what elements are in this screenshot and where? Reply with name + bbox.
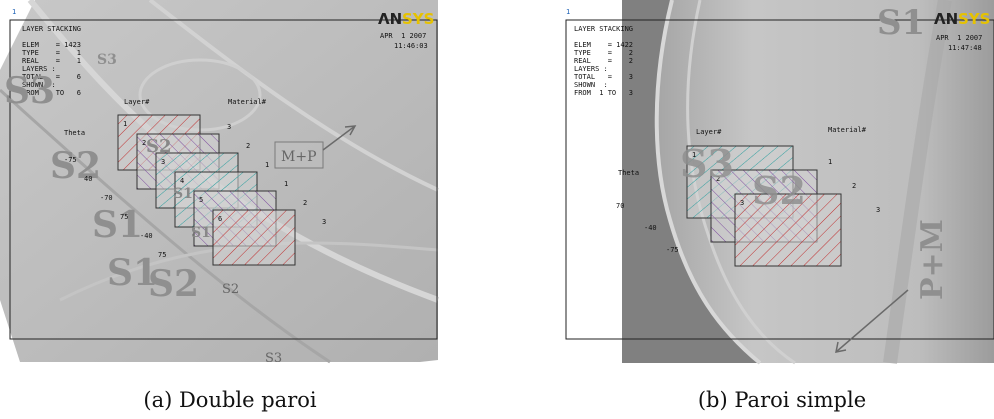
panel-a: 1 LAYER STACKING ELEM = 1423 TYPE = 1 RE… [0,0,460,412]
ansys-logo: ΛN [378,10,402,28]
layer-6: 6 [212,209,296,266]
panel-a-figure: 1 LAYER STACKING ELEM = 1423 TYPE = 1 RE… [0,0,440,366]
material-value: 3 [876,206,880,214]
header-line: TYPE = 1 [22,49,81,57]
panel-b-figure: 1 LAYER STACKING ELEM = 1422 TYPE = 2 RE… [565,0,994,365]
overlay-label: S3 [97,52,117,68]
caption-a: (a) Double paroi [143,388,317,412]
window-index: 1 [12,8,16,16]
theta-column-label: Theta [64,129,85,137]
header-line: ELEM = 1423 [22,41,81,49]
theta-value: 40 [84,175,92,183]
theta-value: -40 [140,232,153,240]
header-line: REAL = 1 [22,57,81,65]
theta-value: 75 [158,251,166,259]
header-line: FROM 1 TO 3 [574,89,633,97]
layer-number: 3 [161,158,165,166]
window-index: 1 [566,8,570,16]
header-title: LAYER STACKING [22,25,81,33]
overlay-label: S1 [191,225,211,241]
ansys-logo-accent: SYS [402,10,434,28]
theta-value: 70 [616,202,624,210]
header-line: LAYERS : [574,65,608,73]
overlay-label: S3 [680,141,734,186]
overlay-label: S1 [877,3,925,43]
theta-value: -70 [100,194,113,202]
overlay-label: S3 [265,351,282,366]
theta-value: -75 [64,156,77,164]
header-line: TYPE = 2 [574,49,633,57]
layer-number: 4 [180,177,184,185]
material-value: 3 [322,218,326,226]
header-line: SHOWN : [574,81,608,89]
ansys-logo: ΛN [934,10,958,28]
material-value: 2 [852,182,856,190]
overlay-label: S2 [222,282,239,297]
header-time: 11:47:48 [948,44,982,52]
layer-column-label: Layer# [124,98,150,106]
header-date: APR 1 2007 [380,32,426,40]
material-value: 3 [227,123,231,131]
material-value: 2 [246,142,250,150]
overlay-label: S1 [92,204,143,246]
overlay-label: S1 [107,252,158,294]
theta-value: -75 [666,246,679,254]
caption-b: (b) Paroi simple [697,388,867,412]
material-value: 1 [828,158,832,166]
layer-column-label: Layer# [696,128,722,136]
header-title: LAYER STACKING [574,25,633,33]
layer-number: 3 [740,199,744,207]
layer-number: 6 [218,215,222,223]
overlay-label: S2 [752,168,806,213]
layer-number: 1 [123,120,127,128]
theta-value: -40 [644,224,657,232]
ansys-logo-accent: SYS [958,10,990,28]
header-line: REAL = 2 [574,57,633,65]
header-line: ELEM = 1422 [574,41,633,49]
overlay-label: S1 [173,186,193,202]
layer-rect [212,209,296,266]
material-value: 1 [265,161,269,169]
theta-value: 75 [120,213,128,221]
header-time: 11:46:03 [394,42,428,50]
theta-column-label: Theta [618,169,639,177]
panel-b: 1 LAYER STACKING ELEM = 1422 TYPE = 2 RE… [560,0,994,412]
annotation-label: M+P [281,149,317,165]
material-column-label: Material# [828,126,867,134]
overlay-label: S3 [4,70,55,112]
overlay-label: S2 [50,145,101,187]
material-value: 2 [303,199,307,207]
header-line: TOTAL = 3 [574,73,633,81]
header-date: APR 1 2007 [936,34,982,42]
layer-number: 5 [199,196,203,204]
annotation-label: P+M [915,219,950,300]
material-column-label: Material# [228,98,267,106]
material-value: 1 [284,180,288,188]
overlay-label: S2 [146,136,172,157]
